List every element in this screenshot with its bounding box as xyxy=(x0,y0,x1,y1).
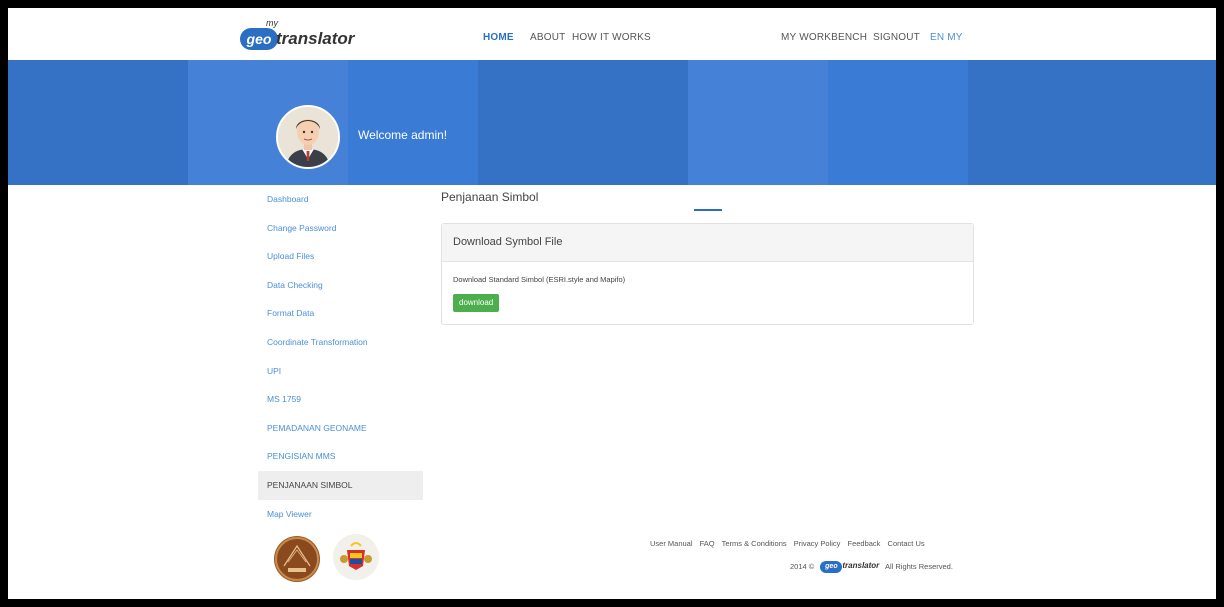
top-navbar: my geo translator HOME ABOUT HOW IT WORK… xyxy=(8,8,1216,60)
sidebar-menu: Dashboard Change Password Upload Files D… xyxy=(258,185,423,528)
footer-logo-translator: translator xyxy=(842,561,880,570)
nav-about[interactable]: ABOUT xyxy=(530,32,565,43)
banner-bg-tile xyxy=(688,60,828,185)
footer-link-feedback[interactable]: Feedback xyxy=(848,539,881,548)
sidebar-item-pengisian-mms[interactable]: PENGISIAN MMS xyxy=(258,442,423,471)
user-avatar-icon xyxy=(278,107,338,167)
nav-home[interactable]: HOME xyxy=(483,32,514,43)
title-underline xyxy=(694,209,722,211)
footer-link-terms[interactable]: Terms & Conditions xyxy=(722,539,787,548)
download-symbol-panel: Download Symbol File Download Standard S… xyxy=(441,223,974,325)
sidebar-item-map-viewer[interactable]: Map Viewer xyxy=(258,500,423,529)
profile-banner: Welcome admin! xyxy=(8,60,1216,185)
sidebar-item-upload-files[interactable]: Upload Files xyxy=(258,242,423,271)
agency-emblem xyxy=(274,536,320,582)
banner-bg-tile xyxy=(478,60,688,185)
banner-bg-tile xyxy=(968,60,1216,185)
sidebar-item-dashboard[interactable]: Dashboard xyxy=(258,185,423,214)
brand-logo[interactable]: my geo translator xyxy=(240,18,354,52)
nav-my-workbench[interactable]: MY WORKBENCH xyxy=(781,32,867,43)
download-button[interactable]: download xyxy=(453,294,500,312)
language-switcher[interactable]: EN MY xyxy=(930,32,963,43)
sidebar-item-format-data[interactable]: Format Data xyxy=(258,299,423,328)
logo-geo-badge: geo xyxy=(240,28,278,50)
footer-logo-geo: geo xyxy=(820,561,843,573)
logo-my-text: my xyxy=(266,18,278,28)
sidebar-item-pemadanan-geoname[interactable]: PEMADANAN GEONAME xyxy=(258,414,423,443)
sidebar-item-coordinate-transformation[interactable]: Coordinate Transformation xyxy=(258,328,423,357)
footer-link-user-manual[interactable]: User Manual xyxy=(650,539,693,548)
sidebar-item-upi[interactable]: UPI xyxy=(258,357,423,386)
coat-of-arms xyxy=(333,534,379,580)
panel-description: Download Standard Simbol (ESRI.style and… xyxy=(453,275,626,284)
footer-links: User Manual FAQ Terms & Conditions Priva… xyxy=(650,539,930,548)
sidebar-item-change-password[interactable]: Change Password xyxy=(258,214,423,243)
nav-signout[interactable]: SIGNOUT xyxy=(873,32,920,43)
footer-logo: geo translator xyxy=(820,561,879,573)
sidebar-item-data-checking[interactable]: Data Checking xyxy=(258,271,423,300)
welcome-message: Welcome admin! xyxy=(358,128,448,142)
page-title: Penjanaan Simbol xyxy=(441,190,539,204)
sidebar-item-penjanaan-simbol[interactable]: PENJANAAN SIMBOL xyxy=(258,470,423,500)
app-window: my geo translator HOME ABOUT HOW IT WORK… xyxy=(8,8,1216,599)
coat-of-arms-icon xyxy=(335,536,377,578)
footer-link-contact[interactable]: Contact Us xyxy=(888,539,925,548)
nav-how-it-works[interactable]: HOW IT WORKS xyxy=(572,32,651,43)
banner-bg-tile xyxy=(8,60,188,185)
avatar xyxy=(276,105,340,169)
logo-translator-text: translator xyxy=(276,29,355,48)
footer-link-privacy[interactable]: Privacy Policy xyxy=(794,539,841,548)
agency-emblem-icon xyxy=(275,537,319,581)
footer-link-faq[interactable]: FAQ xyxy=(700,539,715,548)
copyright-year: 2014 © xyxy=(790,561,815,571)
panel-title: Download Symbol File xyxy=(442,224,973,262)
sidebar-item-ms-1759[interactable]: MS 1759 xyxy=(258,385,423,414)
copyright-rights: All Rights Reserved. xyxy=(884,561,953,571)
footer-copyright: 2014 © geo translator All Rights Reserved… xyxy=(790,561,953,573)
